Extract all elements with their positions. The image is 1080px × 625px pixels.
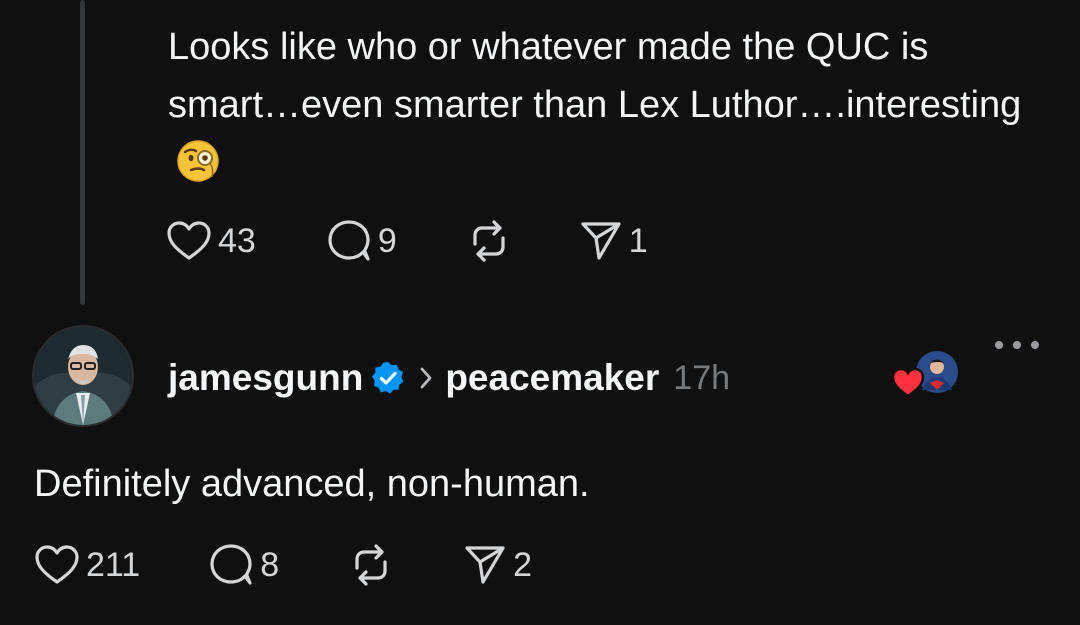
like-button[interactable]: 211 xyxy=(34,544,140,586)
username[interactable]: jamesgunn xyxy=(168,357,363,399)
post-time: 17h xyxy=(673,358,731,397)
comment-icon xyxy=(210,544,252,585)
like-count: 211 xyxy=(86,545,141,584)
share-button[interactable]: 2 xyxy=(463,544,532,586)
chevron-right-icon xyxy=(419,366,433,390)
comment-button[interactable]: 9 xyxy=(326,219,397,263)
repost-icon xyxy=(355,544,387,586)
more-icon xyxy=(995,341,1003,349)
thread-connector-line xyxy=(80,0,85,305)
post-text: Definitely advanced, non-human. xyxy=(34,463,590,505)
avatar[interactable] xyxy=(34,327,132,425)
repost-icon xyxy=(473,220,505,262)
reply-body: Looks like who or whatever made the QUC … xyxy=(168,26,1022,126)
comment-icon xyxy=(328,220,370,261)
post-actions: 211 8 2 xyxy=(34,543,532,587)
face-with-monocle-icon xyxy=(176,139,220,200)
reply-actions: 43 9 1 xyxy=(166,219,648,263)
comment-count: 8 xyxy=(260,545,280,584)
share-button[interactable]: 1 xyxy=(579,220,648,262)
share-count: 2 xyxy=(513,545,533,584)
like-button[interactable]: 43 xyxy=(166,220,256,262)
repost-button[interactable] xyxy=(467,220,511,262)
send-icon xyxy=(465,546,505,584)
thread-name-link[interactable]: peacemaker xyxy=(445,357,659,399)
threads-page: Looks like who or whatever made the QUC … xyxy=(0,0,1080,625)
liked-by-avatar[interactable] xyxy=(890,350,962,400)
comment-button[interactable]: 8 xyxy=(208,543,279,587)
like-count: 43 xyxy=(218,221,256,260)
repost-button[interactable] xyxy=(349,544,393,586)
more-options-button[interactable] xyxy=(995,330,1039,360)
heart-icon xyxy=(167,221,211,260)
comment-count: 9 xyxy=(377,221,397,260)
post-header: jamesgunn peacemaker 17h xyxy=(168,350,730,406)
send-icon xyxy=(581,222,621,260)
heart-icon xyxy=(35,545,79,584)
verified-badge-icon xyxy=(371,361,405,395)
share-count: 1 xyxy=(628,221,648,260)
reply-text: Looks like who or whatever made the QUC … xyxy=(168,18,1048,200)
